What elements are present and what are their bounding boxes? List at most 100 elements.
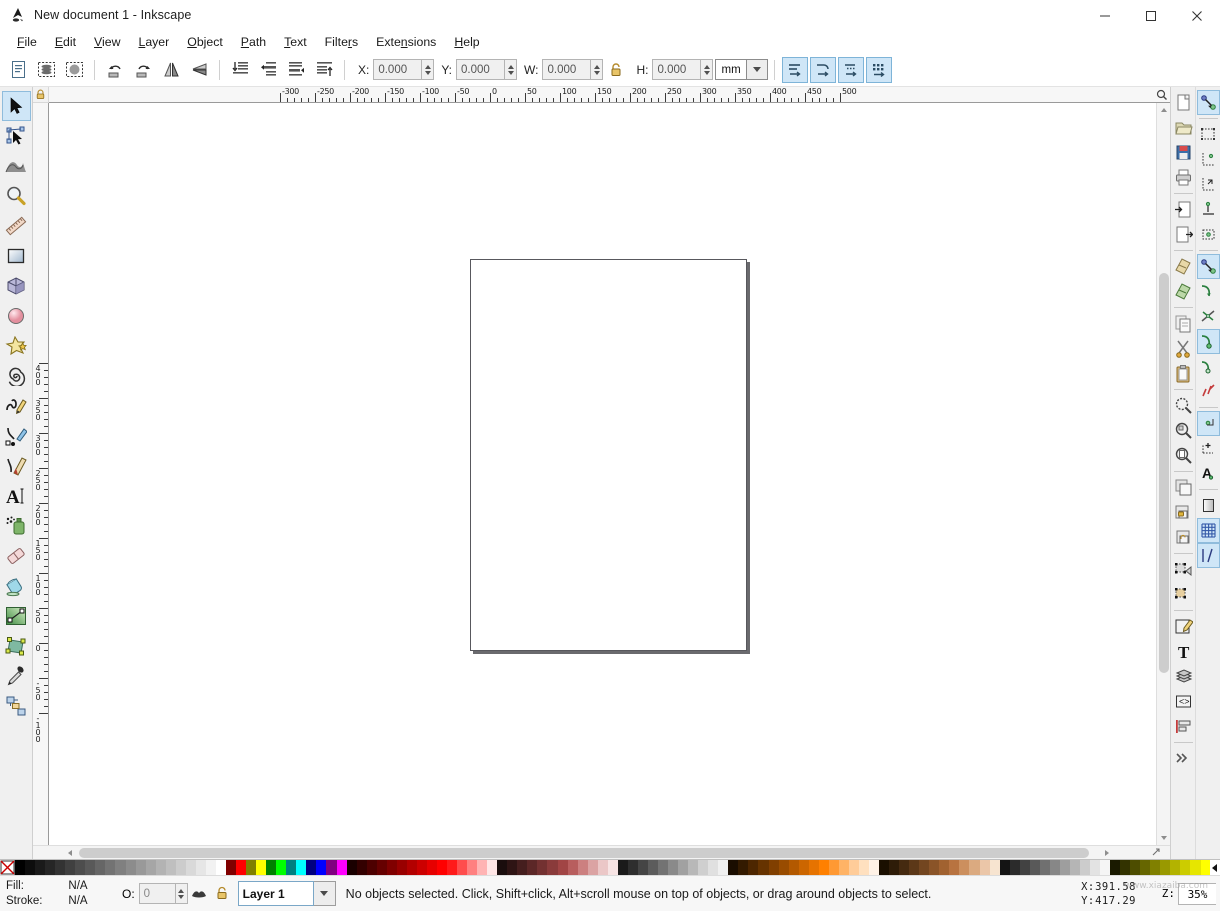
- snap-object-center-icon[interactable]: [1197, 411, 1220, 436]
- palette-swatch[interactable]: [1040, 860, 1050, 875]
- undo-icon[interactable]: [1172, 254, 1195, 279]
- snap-midpoint-icon[interactable]: [1197, 379, 1220, 404]
- palette-swatch[interactable]: [949, 860, 959, 875]
- zoom-selection-icon[interactable]: [1172, 393, 1195, 418]
- palette-swatch[interactable]: [547, 860, 557, 875]
- w-field[interactable]: [542, 59, 603, 80]
- palette-swatch[interactable]: [527, 860, 537, 875]
- scroll-left-icon[interactable]: [63, 846, 77, 860]
- box3d-tool[interactable]: [2, 271, 31, 301]
- opacity-spinner-arrows[interactable]: [175, 883, 188, 904]
- select-all-layers-icon[interactable]: [33, 57, 59, 83]
- horizontal-scroll-thumb[interactable]: [79, 848, 1089, 858]
- chevron-down-icon[interactable]: [747, 59, 768, 80]
- snap-bbox-corner-icon[interactable]: [1197, 172, 1220, 197]
- palette-swatch[interactable]: [226, 860, 236, 875]
- palette-swatch[interactable]: [959, 860, 969, 875]
- tweak-tool[interactable]: [2, 151, 31, 181]
- text-dialog-icon[interactable]: T: [1172, 639, 1195, 664]
- star-tool[interactable]: [2, 331, 31, 361]
- palette-swatch[interactable]: [126, 860, 136, 875]
- h-field[interactable]: [652, 59, 713, 80]
- palette-swatch[interactable]: [939, 860, 949, 875]
- duplicate-icon[interactable]: [1172, 475, 1195, 500]
- open-document-icon[interactable]: [1172, 115, 1195, 140]
- palette-swatch[interactable]: [176, 860, 186, 875]
- palette-swatch[interactable]: [698, 860, 708, 875]
- lock-ratio-icon[interactable]: [608, 62, 624, 78]
- flip-horizontal-icon[interactable]: [158, 57, 184, 83]
- close-button[interactable]: [1174, 0, 1220, 31]
- gradient-tool[interactable]: [2, 601, 31, 631]
- palette-swatch[interactable]: [990, 860, 1000, 875]
- sticky-zoom-icon[interactable]: [1152, 846, 1161, 860]
- dropper-tool[interactable]: [2, 661, 31, 691]
- new-document-icon[interactable]: [1172, 90, 1195, 115]
- w-spinner-arrows[interactable]: [590, 59, 603, 80]
- palette-swatch[interactable]: [638, 860, 648, 875]
- palette-swatch[interactable]: [447, 860, 457, 875]
- affect-rounded-corners-icon[interactable]: [810, 57, 836, 83]
- palette-swatch[interactable]: [1080, 860, 1090, 875]
- palette-swatch[interactable]: [136, 860, 146, 875]
- palette-swatch[interactable]: [1170, 860, 1180, 875]
- palette-swatch[interactable]: [497, 860, 507, 875]
- palette-swatch[interactable]: [1010, 860, 1020, 875]
- snap-grid-icon[interactable]: [1197, 518, 1220, 543]
- palette-swatch[interactable]: [980, 860, 990, 875]
- minimize-button[interactable]: [1082, 0, 1128, 31]
- raise-to-top-icon[interactable]: [311, 57, 337, 83]
- palette-swatch[interactable]: [1100, 860, 1110, 875]
- palette-swatch[interactable]: [286, 860, 296, 875]
- align-dialog-icon[interactable]: [1172, 714, 1195, 739]
- palette-swatch[interactable]: [839, 860, 849, 875]
- object-properties-icon[interactable]: [1172, 557, 1195, 582]
- vertical-scroll-thumb[interactable]: [1159, 273, 1169, 673]
- palette-swatch[interactable]: [326, 860, 336, 875]
- spiral-tool[interactable]: [2, 361, 31, 391]
- ellipse-tool[interactable]: [2, 301, 31, 331]
- palette-swatch[interactable]: [1160, 860, 1170, 875]
- export-icon[interactable]: [1172, 222, 1195, 247]
- layer-lock-icon[interactable]: [214, 885, 231, 902]
- palette-swatch[interactable]: [55, 860, 65, 875]
- palette-swatch[interactable]: [1110, 860, 1120, 875]
- y-field[interactable]: [456, 59, 517, 80]
- lower-icon[interactable]: [255, 57, 281, 83]
- palette-swatch[interactable]: [879, 860, 889, 875]
- palette-swatch[interactable]: [337, 860, 347, 875]
- zoom-page-icon[interactable]: [1172, 443, 1195, 468]
- color-palette[interactable]: [0, 859, 1220, 875]
- vertical-scrollbar[interactable]: [1156, 103, 1170, 845]
- palette-swatch[interactable]: [899, 860, 909, 875]
- snap-smooth-node-icon[interactable]: [1197, 354, 1220, 379]
- palette-swatch[interactable]: [799, 860, 809, 875]
- snap-text-baseline-icon[interactable]: A: [1197, 461, 1220, 486]
- palette-swatch[interactable]: [95, 860, 105, 875]
- palette-swatch[interactable]: [45, 860, 55, 875]
- palette-swatch[interactable]: [849, 860, 859, 875]
- snap-rotation-center-icon[interactable]: [1197, 436, 1220, 461]
- palette-swatch[interactable]: [477, 860, 487, 875]
- drawing-canvas[interactable]: [49, 103, 1156, 845]
- menu-file[interactable]: File: [8, 33, 46, 51]
- palette-swatch[interactable]: [919, 860, 929, 875]
- fill-stroke-indicator[interactable]: Fill: N/A Stroke: N/A: [0, 876, 112, 911]
- palette-swatch[interactable]: [437, 860, 447, 875]
- palette-swatch[interactable]: [186, 860, 196, 875]
- palette-swatch[interactable]: [115, 860, 125, 875]
- menu-help[interactable]: Help: [445, 33, 488, 51]
- palette-swatch[interactable]: [105, 860, 115, 875]
- palette-swatch[interactable]: [598, 860, 608, 875]
- paste-icon[interactable]: [1172, 361, 1195, 386]
- text-tool[interactable]: A: [2, 481, 31, 511]
- x-spinner-arrows[interactable]: [421, 59, 434, 80]
- affect-patterns-icon[interactable]: [866, 57, 892, 83]
- deselect-icon[interactable]: [61, 57, 87, 83]
- import-icon[interactable]: [1172, 197, 1195, 222]
- palette-swatch[interactable]: [266, 860, 276, 875]
- x-field[interactable]: [373, 59, 434, 80]
- menu-layer[interactable]: Layer: [129, 33, 178, 51]
- palette-swatch[interactable]: [166, 860, 176, 875]
- palette-swatch[interactable]: [417, 860, 427, 875]
